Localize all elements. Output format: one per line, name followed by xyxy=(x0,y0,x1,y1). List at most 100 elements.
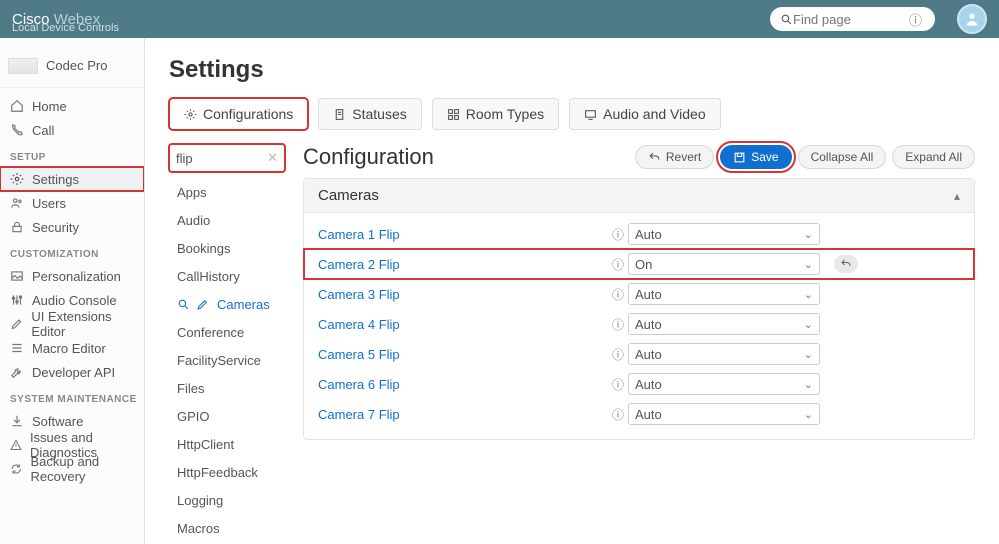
sidebar-item-macro-editor[interactable]: Macro Editor xyxy=(0,336,144,360)
sidebar-item-settings[interactable]: Settings xyxy=(0,167,144,191)
undo-icon xyxy=(840,258,852,270)
info-icon[interactable]: ⓘ xyxy=(608,286,628,303)
category-item[interactable]: Apps xyxy=(169,178,285,206)
device-thumb xyxy=(8,58,38,74)
configuration-heading: Configuration xyxy=(303,144,434,170)
config-select[interactable]: Auto⌄ xyxy=(628,343,820,365)
tab-label: Room Types xyxy=(466,106,544,122)
header-subtitle: Local Device Controls xyxy=(12,22,119,34)
sidebar-item-call[interactable]: Call xyxy=(0,118,144,142)
grid-icon xyxy=(447,108,460,121)
filter-column: ✕ AppsAudioBookings CallHistory Cameras Con… xyxy=(169,144,285,544)
category-item[interactable]: FacilityService xyxy=(169,346,285,374)
config-label[interactable]: Camera 5 Flip xyxy=(318,347,608,362)
device-name: Codec Pro xyxy=(46,58,107,73)
config-select[interactable]: Auto⌄ xyxy=(628,223,820,245)
collapse-label: Collapse All xyxy=(811,150,874,164)
download-icon xyxy=(10,414,24,428)
collapse-all-button[interactable]: Collapse All xyxy=(798,145,887,169)
configuration-column: Configuration Revert Save Collapse All xyxy=(303,144,975,544)
filter-search[interactable]: ✕ xyxy=(169,144,285,172)
sidebar-item-ui-extensions[interactable]: UI Extensions Editor xyxy=(0,312,144,336)
sidebar-item-home[interactable]: Home xyxy=(0,94,144,118)
info-icon[interactable]: ⓘ xyxy=(608,376,628,393)
category-label: CallHistory xyxy=(177,269,240,284)
find-page-search[interactable]: ⓘ xyxy=(770,7,935,31)
category-item[interactable]: Files xyxy=(169,374,285,402)
list-icon xyxy=(10,341,24,355)
tab-room-types[interactable]: Room Types xyxy=(432,98,559,130)
category-label: Files xyxy=(177,381,204,396)
config-value: Auto xyxy=(635,287,662,302)
category-label: Cameras xyxy=(217,297,270,312)
config-value: Auto xyxy=(635,377,662,392)
tab-configurations[interactable]: Configurations xyxy=(169,98,308,130)
find-page-input[interactable] xyxy=(793,12,903,27)
sidebar-item-label: Software xyxy=(32,414,83,429)
clear-icon[interactable]: ✕ xyxy=(267,150,278,166)
user-avatar[interactable] xyxy=(957,4,987,34)
category-item[interactable]: Macros xyxy=(169,514,285,542)
chevron-down-icon: ⌄ xyxy=(804,288,813,301)
tab-audio-video[interactable]: Audio and Video xyxy=(569,98,721,130)
config-label[interactable]: Camera 4 Flip xyxy=(318,317,608,332)
filter-input[interactable] xyxy=(176,151,256,166)
gear-icon xyxy=(10,172,24,186)
category-item[interactable]: Conference xyxy=(169,318,285,346)
help-icon[interactable]: ⓘ xyxy=(909,10,922,29)
chevron-down-icon: ⌄ xyxy=(804,258,813,271)
category-item[interactable]: Logging xyxy=(169,486,285,514)
tab-statuses[interactable]: Statuses xyxy=(318,98,421,130)
settings-tabs: Configurations Statuses Room Types Audio… xyxy=(169,98,975,130)
panel-header[interactable]: Cameras ▴ xyxy=(304,179,974,213)
undo-button[interactable] xyxy=(834,255,858,273)
info-icon[interactable]: ⓘ xyxy=(608,316,628,333)
category-label: Logging xyxy=(177,493,223,508)
revert-button[interactable]: Revert xyxy=(635,145,714,169)
left-sidebar: Codec Pro Home Call SETUP Settings Users… xyxy=(0,38,145,544)
wrench-icon xyxy=(10,365,24,379)
config-select[interactable]: On⌄ xyxy=(628,253,820,275)
sidebar-item-users[interactable]: Users xyxy=(0,191,144,215)
config-select[interactable]: Auto⌄ xyxy=(628,313,820,335)
device-row[interactable]: Codec Pro xyxy=(0,44,144,88)
info-icon[interactable]: ⓘ xyxy=(608,406,628,423)
config-label[interactable]: Camera 3 Flip xyxy=(318,287,608,302)
edit-icon xyxy=(196,298,209,311)
info-icon[interactable]: ⓘ xyxy=(608,256,628,273)
category-item[interactable]: Bookings xyxy=(169,234,285,262)
config-row: Camera 3 Flipⓘ Auto ⌄ xyxy=(304,279,974,309)
info-icon[interactable]: ⓘ xyxy=(608,346,628,363)
expand-all-button[interactable]: Expand All xyxy=(892,145,975,169)
sidebar-item-personalization[interactable]: Personalization xyxy=(0,264,144,288)
category-item[interactable]: Cameras xyxy=(169,290,285,318)
sidebar-heading-setup: SETUP xyxy=(0,142,144,167)
tab-label: Audio and Video xyxy=(603,106,706,122)
category-label: Conference xyxy=(177,325,244,340)
revert-label: Revert xyxy=(666,150,701,164)
category-item[interactable]: HttpClient xyxy=(169,430,285,458)
config-value: Auto xyxy=(635,317,662,332)
sidebar-item-label: Home xyxy=(32,99,67,114)
chevron-down-icon: ⌄ xyxy=(804,378,813,391)
save-button[interactable]: Save xyxy=(720,145,791,169)
tab-label: Configurations xyxy=(203,106,293,122)
info-icon[interactable]: ⓘ xyxy=(608,226,628,243)
config-label[interactable]: Camera 2 Flip xyxy=(318,257,608,272)
sidebar-item-developer-api[interactable]: Developer API xyxy=(0,360,144,384)
config-label[interactable]: Camera 7 Flip xyxy=(318,407,608,422)
category-item[interactable]: GPIO xyxy=(169,402,285,430)
sidebar-item-backup[interactable]: Backup and Recovery xyxy=(0,457,144,481)
category-list: AppsAudioBookings CallHistory Cameras Confe… xyxy=(169,178,285,544)
sidebar-item-security[interactable]: Security xyxy=(0,215,144,239)
config-label[interactable]: Camera 6 Flip xyxy=(318,377,608,392)
config-select[interactable]: Auto⌄ xyxy=(628,403,820,425)
configuration-rows: Camera 1 FlipⓘAuto⌄Camera 2 FlipⓘOn⌄Came… xyxy=(304,213,974,439)
config-select[interactable]: Auto ⌄ xyxy=(628,373,820,395)
category-item[interactable]: Audio xyxy=(169,206,285,234)
config-row: Camera 6 Flipⓘ Auto ⌄ xyxy=(304,369,974,399)
config-label[interactable]: Camera 1 Flip xyxy=(318,227,608,242)
config-select[interactable]: Auto ⌄ xyxy=(628,283,820,305)
category-item[interactable]: HttpFeedback xyxy=(169,458,285,486)
category-item[interactable]: CallHistory xyxy=(169,262,285,290)
